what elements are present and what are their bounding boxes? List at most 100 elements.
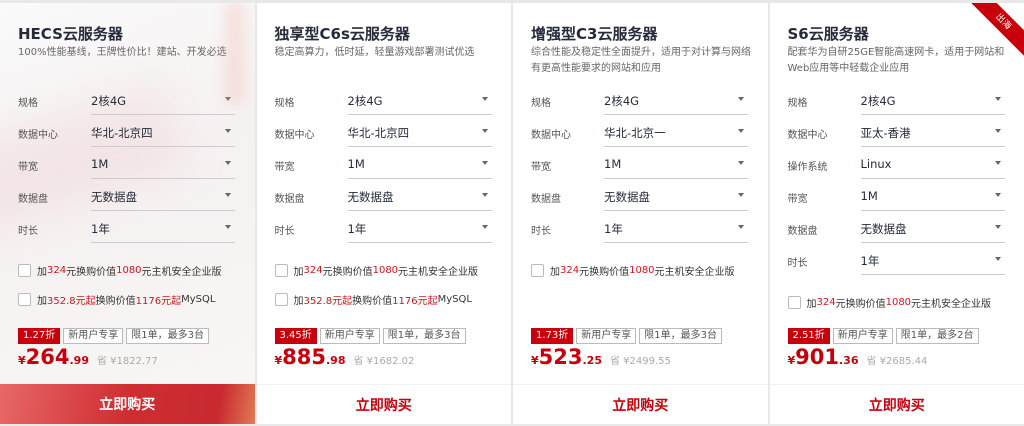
option-row: 时长 1年 — [18, 219, 236, 245]
option-select[interactable]: 1年 — [860, 251, 1005, 275]
option-row: 带宽 1M — [531, 155, 749, 181]
addon-checkbox[interactable] — [274, 264, 288, 277]
option-value: 1M — [860, 189, 878, 203]
chevron-down-icon — [994, 129, 1001, 133]
addon-option: 加 324 元换购价值 1080 元主机安全企业版 — [787, 295, 991, 310]
option-row: 数据中心 华北-北京四 — [275, 123, 493, 149]
option-value: 1年 — [347, 222, 367, 236]
option-value: 1M — [347, 157, 365, 171]
addon-text-segment: 352.8元起 — [303, 296, 353, 307]
promo-tag: 新用户专享 — [576, 328, 637, 344]
option-select[interactable]: 2核4G — [604, 91, 748, 115]
addon-text-segment: 元换购价值 — [66, 267, 117, 278]
option-select[interactable]: 2核4G — [347, 91, 492, 115]
option-label: 数据中心 — [274, 130, 315, 141]
option-value: 2核4G — [91, 94, 127, 108]
option-select[interactable]: 华北-北京四 — [91, 123, 235, 147]
option-label: 规格 — [274, 98, 295, 109]
option-select[interactable]: 华北-北京四 — [347, 123, 492, 147]
option-select[interactable]: Linux — [860, 155, 1005, 179]
addon-text-segment: 元换购价值 — [322, 267, 373, 278]
addon-text-segment: 加 — [806, 299, 817, 310]
promo-tag: 新用户专享 — [63, 328, 124, 344]
addon-checkbox[interactable] — [531, 264, 544, 277]
addon-text-segment: 换购价值 — [95, 296, 136, 307]
price: ¥523.25 省 ¥2499.55 — [531, 345, 671, 369]
option-label: 数据盘 — [18, 194, 48, 205]
chevron-down-icon — [738, 97, 744, 101]
option-select[interactable]: 1M — [347, 155, 492, 179]
addon-checkbox[interactable] — [18, 264, 31, 277]
option-label: 规格 — [18, 98, 38, 109]
option-row: 时长 1年 — [531, 219, 749, 245]
chevron-down-icon — [994, 193, 1001, 197]
promo-tag: 限1单，最多2台 — [895, 328, 979, 344]
addon-option: 加 324 元换购价值 1080 元主机安全企业版 — [531, 263, 735, 278]
option-value: 1年 — [91, 222, 110, 236]
option-label: 带宽 — [274, 162, 295, 173]
card-subtitle: 配套华为自研25GE智能高速网卡，适用于网站和Web应用等中轻载企业应用 — [787, 47, 1005, 74]
option-select[interactable]: 无数据盘 — [860, 219, 1005, 243]
price-integer: 885 — [282, 345, 326, 369]
product-card: S6云服务器 配套华为自研25GE智能高速网卡，适用于网站和Web应用等中轻载企业… — [769, 3, 1024, 424]
option-select[interactable]: 1M — [604, 155, 748, 179]
option-select[interactable]: 1M — [860, 187, 1005, 211]
addon-text-segment: 1176元起 — [392, 296, 438, 307]
option-label: 时长 — [18, 226, 38, 237]
option-row: 时长 1年 — [788, 251, 1006, 277]
option-row: 规格 2核4G — [788, 91, 1006, 117]
chevron-down-icon — [481, 225, 488, 229]
card-title: 独享型C6s云服务器 — [274, 25, 410, 43]
option-select[interactable]: 亚太-香港 — [860, 123, 1005, 147]
option-row: 规格 2核4G — [531, 91, 749, 117]
buy-now-button[interactable]: 立即购买 — [513, 384, 768, 424]
option-select[interactable]: 1M — [91, 155, 235, 179]
option-row: 数据中心 华北-北京一 — [531, 123, 749, 149]
option-select[interactable]: 无数据盘 — [604, 187, 748, 211]
option-select[interactable]: 无数据盘 — [91, 187, 235, 211]
addon-checkbox[interactable] — [18, 293, 31, 306]
option-label: 规格 — [787, 98, 808, 109]
price-integer: 264 — [25, 345, 70, 369]
price-savings: 省 ¥1682.02 — [353, 356, 415, 367]
addon-text-segment: 加 — [550, 267, 560, 278]
addon-text-segment: 元主机安全企业版 — [654, 267, 735, 278]
chevron-down-icon — [738, 129, 744, 133]
addon-checkbox[interactable] — [274, 293, 288, 306]
discount-badge: 3.45折 — [274, 328, 317, 344]
discount-badge: 1.27折 — [18, 328, 61, 344]
buy-now-button[interactable]: 立即购买 — [256, 384, 511, 424]
addon-checkbox[interactable] — [787, 296, 801, 309]
addon-text-segment: 1176元起 — [135, 296, 182, 307]
option-select[interactable]: 华北-北京一 — [604, 123, 748, 147]
option-select[interactable]: 1年 — [91, 219, 235, 243]
addon-text-segment: 1080 — [372, 265, 399, 276]
card-subtitle: 综合性能及稳定性全面提升，适用于对计算与网络有更高性能要求的网站和应用 — [531, 47, 751, 74]
option-row: 带宽 1M — [18, 155, 236, 181]
option-select[interactable]: 1年 — [604, 219, 748, 243]
option-label: 数据盘 — [274, 194, 305, 205]
chevron-down-icon — [481, 129, 488, 133]
option-label: 数据盘 — [787, 226, 818, 237]
chevron-down-icon — [225, 161, 231, 165]
price-savings: 省 ¥2685.44 — [866, 356, 928, 367]
addon-option: 加 324 元换购价值 1080 元主机安全企业版 — [18, 263, 222, 278]
option-select[interactable]: 2核4G — [91, 91, 235, 115]
buy-now-button[interactable]: 立即购买 — [0, 384, 255, 424]
buy-now-button[interactable]: 立即购买 — [769, 384, 1024, 424]
price: ¥901.36 省 ¥2685.44 — [788, 345, 928, 369]
option-select[interactable]: 1年 — [347, 219, 492, 243]
option-row: 带宽 1M — [788, 187, 1006, 213]
chevron-down-icon — [225, 193, 231, 197]
option-value: 华北-北京一 — [604, 126, 666, 140]
option-select[interactable]: 无数据盘 — [347, 187, 492, 211]
chevron-down-icon — [481, 193, 488, 197]
option-select[interactable]: 2核4G — [860, 91, 1005, 115]
chevron-down-icon — [994, 225, 1001, 229]
addon-text-segment: 324 — [560, 265, 580, 276]
chevron-down-icon — [994, 97, 1001, 101]
tag-list: 3.45折 新用户专享 限1单，最多3台 — [274, 328, 466, 344]
promo-tag: 限1单，最多3台 — [126, 328, 209, 344]
promo-tag: 新用户专享 — [832, 328, 893, 344]
option-row: 数据盘 无数据盘 — [18, 187, 236, 213]
